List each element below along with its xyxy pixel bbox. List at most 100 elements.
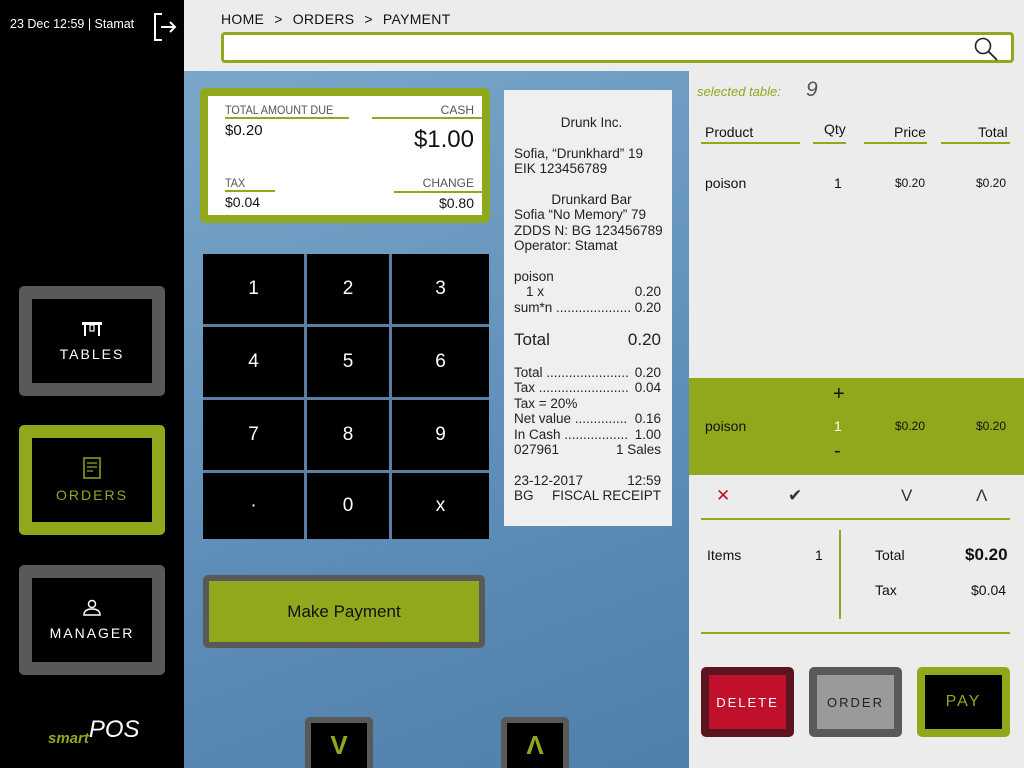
key-5[interactable]: 5 bbox=[307, 327, 389, 397]
receipt-item-name: poison bbox=[514, 269, 554, 284]
divider bbox=[225, 190, 275, 192]
breadcrumb: HOME > ORDERS > PAYMENT bbox=[221, 11, 451, 27]
order-button[interactable]: ORDER bbox=[809, 667, 902, 737]
receipt-country: BG bbox=[514, 488, 534, 503]
receipt-item-sum: 0.20 bbox=[634, 300, 661, 315]
key-4[interactable]: 4 bbox=[203, 327, 304, 397]
key-0[interactable]: 0 bbox=[307, 473, 389, 539]
cash-value: $1.00 bbox=[413, 126, 474, 153]
key-clear[interactable]: x bbox=[392, 473, 489, 539]
receipt-address2: Sofia “No Memory” 79 bbox=[514, 207, 647, 222]
receipt-address1: Sofia, “Drunkhard” 19 bbox=[514, 146, 644, 161]
key-7[interactable]: 7 bbox=[203, 400, 304, 470]
pay-button[interactable]: PAY bbox=[917, 667, 1010, 737]
receipt: Drunk Inc. Sofia, “Drunkhard” 19 EIK 123… bbox=[504, 90, 672, 526]
receipt-line-value: 0.16 bbox=[634, 411, 661, 426]
key-8[interactable]: 8 bbox=[307, 400, 389, 470]
sidebar-item-label: MANAGER bbox=[49, 625, 135, 641]
summary-tax-label: Tax bbox=[875, 582, 897, 598]
receipt-item-qty: 1 x bbox=[526, 284, 545, 299]
sidebar: 23 Dec 12:59 | Stamat TABLES ORDERS MANA… bbox=[0, 0, 184, 768]
table-icon bbox=[82, 322, 102, 336]
confirm-icon[interactable]: ✔ bbox=[788, 486, 802, 506]
receipt-type: FISCAL RECEIPT bbox=[551, 488, 661, 503]
row-qty: 1 bbox=[834, 418, 842, 434]
items-count: 1 bbox=[815, 547, 823, 563]
make-payment-button[interactable]: Make Payment bbox=[203, 575, 485, 648]
increase-qty-button[interactable]: + bbox=[833, 383, 845, 406]
row-product: poison bbox=[705, 418, 747, 434]
divider bbox=[225, 117, 349, 119]
selected-table-value: 9 bbox=[806, 78, 818, 101]
total-due-value: $0.20 bbox=[225, 122, 263, 139]
total-due-label: TOTAL AMOUNT DUE bbox=[225, 103, 334, 117]
app-logo: smartPOS bbox=[48, 716, 140, 750]
divider bbox=[864, 142, 927, 144]
selected-order-row[interactable]: + poison 1 $0.20 $0.20 - bbox=[689, 378, 1024, 475]
chevron-up-icon[interactable]: Λ bbox=[976, 486, 987, 506]
receipt-line-value: 0.20 bbox=[634, 365, 661, 380]
row-total: $0.20 bbox=[976, 419, 1007, 433]
tax-value: $0.04 bbox=[225, 194, 261, 210]
receipt-line-label: Total ...................... bbox=[514, 365, 629, 380]
receipt-item-sum-label: sum*n .................... bbox=[514, 300, 632, 315]
summary-total-value: $0.20 bbox=[965, 545, 1008, 564]
receipt-time: 12:59 bbox=[627, 473, 661, 488]
divider bbox=[372, 117, 482, 119]
sidebar-item-label: ORDERS bbox=[56, 487, 128, 503]
logo-pos: POS bbox=[88, 716, 140, 743]
breadcrumb-separator: > bbox=[274, 11, 283, 27]
chevron-down-icon[interactable]: V bbox=[901, 486, 912, 506]
row-price: $0.20 bbox=[895, 176, 926, 190]
receipt-date: 23-12-2017 bbox=[514, 473, 584, 488]
search-icon[interactable] bbox=[973, 36, 999, 62]
row-product: poison bbox=[705, 175, 747, 191]
divider bbox=[701, 632, 1010, 634]
selected-table-label: selected table: bbox=[697, 84, 781, 99]
row-total: $0.20 bbox=[976, 176, 1007, 190]
key-3[interactable]: 3 bbox=[392, 254, 489, 324]
receipt-venue: Drunkard Bar bbox=[551, 192, 632, 207]
column-header-price: Price bbox=[894, 124, 926, 140]
divider bbox=[701, 142, 800, 144]
sidebar-item-manager[interactable]: MANAGER bbox=[19, 565, 165, 675]
search-bar bbox=[221, 32, 1014, 63]
cash-label: CASH bbox=[440, 103, 474, 117]
key-decimal[interactable]: · bbox=[203, 473, 304, 539]
tax-label: TAX bbox=[225, 176, 246, 190]
scroll-up-button[interactable]: Λ bbox=[501, 717, 569, 768]
receipt-line-label: 027961 bbox=[514, 442, 560, 457]
receipt-zdds: ZDDS N: BG 123456789 bbox=[514, 223, 663, 238]
document-icon bbox=[83, 457, 101, 479]
items-label: Items bbox=[707, 547, 742, 563]
column-header-qty: Qty bbox=[824, 121, 846, 137]
decrease-qty-button[interactable]: - bbox=[834, 440, 841, 463]
receipt-line-label: Tax = 20% bbox=[514, 396, 578, 411]
breadcrumb-orders[interactable]: ORDERS bbox=[293, 11, 355, 27]
search-input[interactable] bbox=[232, 35, 956, 62]
breadcrumb-separator: > bbox=[364, 11, 373, 27]
summary-tax-value: $0.04 bbox=[971, 582, 1007, 598]
change-value: $0.80 bbox=[438, 195, 474, 211]
receipt-line-value: 1.00 bbox=[634, 427, 661, 442]
sidebar-item-tables[interactable]: TABLES bbox=[19, 286, 165, 396]
breadcrumb-home[interactable]: HOME bbox=[221, 11, 264, 27]
scroll-down-button[interactable]: V bbox=[305, 717, 373, 768]
remove-item-icon[interactable]: ✕ bbox=[716, 486, 730, 506]
row-qty: 1 bbox=[834, 175, 842, 191]
receipt-line-label: Tax ........................ bbox=[514, 380, 629, 395]
sidebar-item-orders[interactable]: ORDERS bbox=[19, 425, 165, 535]
keypad: 1 2 3 4 5 6 7 8 9 · 0 x bbox=[203, 254, 489, 539]
change-label: CHANGE bbox=[422, 176, 474, 190]
divider bbox=[701, 518, 1010, 520]
key-6[interactable]: 6 bbox=[392, 327, 489, 397]
receipt-total-label: Total bbox=[514, 330, 550, 349]
key-2[interactable]: 2 bbox=[307, 254, 389, 324]
receipt-line-value: 1 Sales bbox=[615, 442, 661, 457]
column-header-total: Total bbox=[978, 124, 1008, 140]
delete-button[interactable]: DELETE bbox=[701, 667, 794, 737]
key-9[interactable]: 9 bbox=[392, 400, 489, 470]
key-1[interactable]: 1 bbox=[203, 254, 304, 324]
receipt-company: Drunk Inc. bbox=[560, 115, 623, 130]
logout-icon[interactable] bbox=[152, 12, 178, 42]
